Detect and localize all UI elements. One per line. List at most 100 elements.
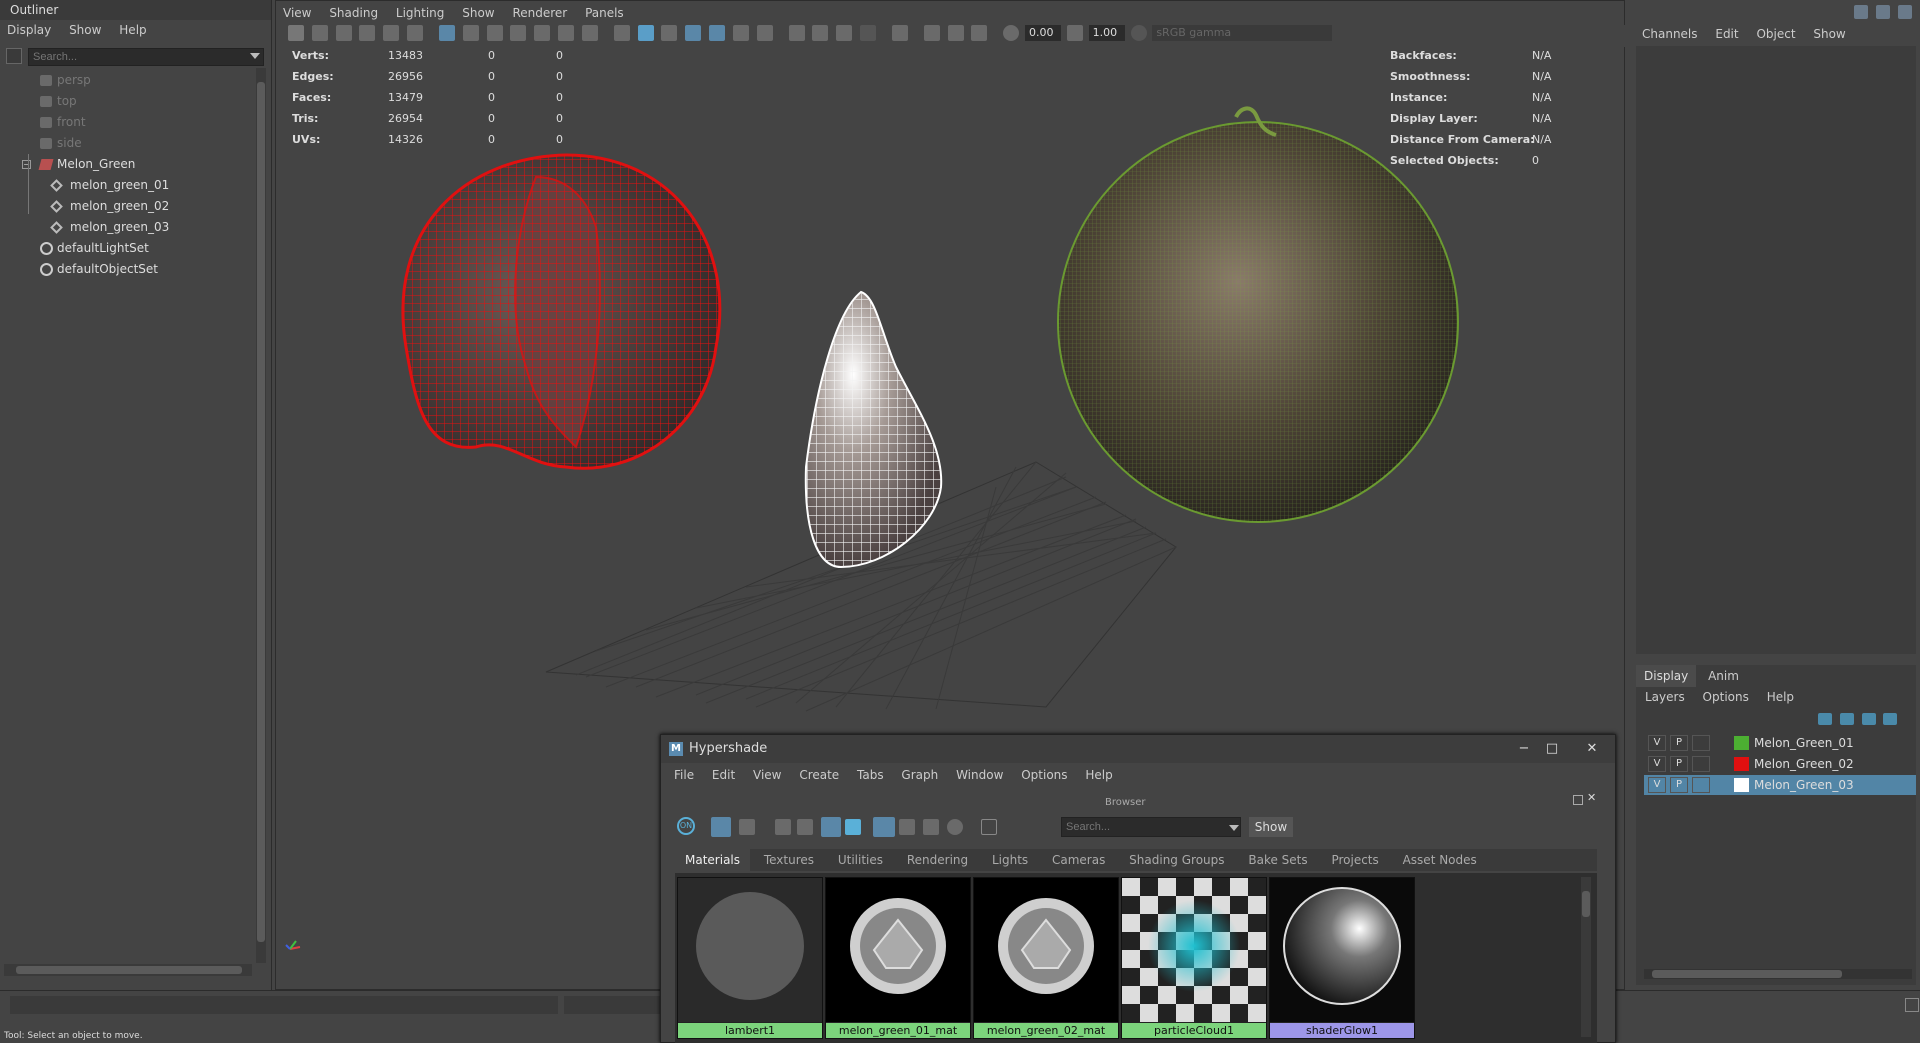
layer-name[interactable]: Melon_Green_02 — [1754, 754, 1854, 774]
float-panel-icon[interactable] — [1573, 795, 1583, 805]
outliner-item-persp[interactable]: persp — [0, 70, 255, 91]
safe-title-icon[interactable] — [581, 25, 598, 41]
viewport-menu-panels[interactable]: Panels — [578, 3, 631, 23]
sort-by-time-icon[interactable] — [923, 819, 939, 835]
layer-display-type[interactable] — [1692, 756, 1710, 772]
scrollbar-thumb[interactable] — [1652, 970, 1842, 978]
isolate-select-icon[interactable] — [891, 25, 908, 41]
hs-menu-window[interactable]: Window — [949, 763, 1010, 787]
refresh-icon[interactable] — [947, 819, 963, 835]
tab-rendering[interactable]: Rendering — [897, 849, 978, 871]
material-swatch-melon-green-02-mat[interactable]: melon_green_02_mat — [973, 877, 1119, 1039]
gamma-field[interactable]: 1.00 — [1088, 25, 1125, 41]
outliner-item-melon-green-02[interactable]: melon_green_02 — [0, 196, 255, 217]
move-layer-down-icon[interactable] — [1839, 712, 1854, 725]
outliner-filter-icon[interactable] — [6, 48, 22, 64]
layer-visibility-toggle[interactable]: V — [1648, 777, 1666, 793]
hs-menu-graph[interactable]: Graph — [894, 763, 945, 787]
tab-projects[interactable]: Projects — [1321, 849, 1388, 871]
script-editor-icon[interactable] — [1905, 998, 1919, 1012]
2d-pan-zoom-icon[interactable] — [407, 25, 424, 41]
hs-menu-tabs[interactable]: Tabs — [850, 763, 891, 787]
field-chart-icon[interactable] — [534, 25, 551, 41]
mel-input[interactable] — [10, 996, 558, 1014]
outliner-vertical-scrollbar[interactable] — [256, 68, 266, 963]
outliner-item-melon-green-03[interactable]: melon_green_03 — [0, 217, 255, 238]
large-swatch-icon[interactable] — [821, 817, 841, 837]
medium-swatch-icon[interactable] — [797, 819, 813, 835]
outliner-item-melon-green[interactable]: − Melon_Green — [0, 154, 255, 175]
smooth-shade-icon[interactable] — [637, 25, 654, 41]
outliner-menu-help[interactable]: Help — [112, 20, 153, 40]
layer-playback-toggle[interactable]: P — [1670, 777, 1688, 793]
backface-culling-icon[interactable] — [971, 25, 988, 41]
filter-icon[interactable] — [981, 819, 997, 835]
tab-display[interactable]: Display — [1636, 665, 1697, 687]
list-view-icon[interactable] — [739, 819, 755, 835]
outliner-menu-display[interactable]: Display — [0, 20, 58, 40]
hs-menu-help[interactable]: Help — [1078, 763, 1119, 787]
outliner-item-front[interactable]: front — [0, 112, 255, 133]
outliner-item-melon-green-01[interactable]: melon_green_01 — [0, 175, 255, 196]
outliner-menu-show[interactable]: Show — [62, 20, 108, 40]
channel-menu-object[interactable]: Object — [1749, 24, 1802, 44]
motion-blur-icon[interactable] — [812, 25, 829, 41]
viewport-menu-lighting[interactable]: Lighting — [389, 3, 452, 23]
film-gate-icon[interactable] — [462, 25, 479, 41]
grease-pencil-icon[interactable] — [383, 25, 400, 41]
channel-menu-edit[interactable]: Edit — [1708, 24, 1745, 44]
new-layer-icon[interactable] — [1861, 712, 1876, 725]
collapse-icon[interactable]: − — [22, 160, 31, 169]
chevron-down-icon[interactable] — [1229, 825, 1239, 831]
tab-cameras[interactable]: Cameras — [1042, 849, 1115, 871]
layer-menu-options[interactable]: Options — [1696, 687, 1756, 707]
outliner-item-default-object-set[interactable]: defaultObjectSet — [0, 259, 255, 280]
sort-by-type-icon[interactable] — [899, 819, 915, 835]
hs-menu-create[interactable]: Create — [792, 763, 846, 787]
outliner-item-default-light-set[interactable]: defaultLightSet — [0, 238, 255, 259]
show-button[interactable]: Show — [1249, 817, 1293, 837]
wireframe-on-shaded-icon[interactable] — [685, 25, 702, 41]
minimize-button[interactable]: − — [1513, 740, 1535, 758]
ambient-occlusion-icon[interactable] — [788, 25, 805, 41]
viewport-menu-show[interactable]: Show — [455, 3, 501, 23]
viewport-menu-shading[interactable]: Shading — [322, 3, 385, 23]
material-swatch-lambert1[interactable]: lambert1 — [677, 877, 823, 1039]
safe-action-icon[interactable] — [558, 25, 575, 41]
tab-bake-sets[interactable]: Bake Sets — [1238, 849, 1317, 871]
tab-textures[interactable]: Textures — [754, 849, 824, 871]
xray-active-icon[interactable] — [947, 25, 964, 41]
default-material-icon[interactable] — [661, 25, 678, 41]
bookmark-icon[interactable] — [335, 25, 352, 41]
scrollbar-thumb[interactable] — [16, 966, 242, 974]
lights-icon[interactable] — [732, 25, 749, 41]
small-swatch-icon[interactable] — [775, 819, 791, 835]
layer-display-type[interactable] — [1692, 735, 1710, 751]
new-layer-selected-icon[interactable] — [1883, 712, 1898, 725]
resolution-gate-icon[interactable] — [486, 25, 503, 41]
toggle-on-button[interactable]: ON — [677, 817, 695, 835]
viewport-menu-view[interactable]: View — [276, 3, 318, 23]
gamma-icon[interactable] — [1066, 25, 1083, 41]
close-button[interactable]: ✕ — [1581, 740, 1603, 758]
melon-green-02-mesh[interactable] — [401, 153, 722, 470]
hs-menu-view[interactable]: View — [746, 763, 788, 787]
tab-asset-nodes[interactable]: Asset Nodes — [1393, 849, 1487, 871]
wireframe-icon[interactable] — [613, 25, 630, 41]
tab-utilities[interactable]: Utilities — [828, 849, 893, 871]
camera-select-icon[interactable] — [288, 25, 304, 41]
material-swatch-particle-cloud1[interactable]: particleCloud1 — [1121, 877, 1267, 1039]
melon-green-03-mesh[interactable] — [804, 290, 943, 569]
layer-playback-toggle[interactable]: P — [1670, 735, 1688, 751]
sort-by-name-icon[interactable] — [873, 817, 895, 837]
grid-icon[interactable] — [438, 25, 455, 41]
tab-anim[interactable]: Anim — [1700, 665, 1747, 687]
xl-swatch-icon[interactable] — [845, 819, 861, 835]
layer-visibility-toggle[interactable]: V — [1648, 756, 1666, 772]
layer-row[interactable]: V P Melon_Green_02 — [1644, 754, 1916, 774]
maximize-button[interactable]: □ — [1541, 740, 1563, 758]
camera-attr-icon[interactable] — [311, 25, 328, 41]
layer-name[interactable]: Melon_Green_01 — [1754, 733, 1854, 753]
close-panel-icon[interactable]: ✕ — [1587, 791, 1596, 804]
tab-materials[interactable]: Materials — [675, 849, 751, 871]
